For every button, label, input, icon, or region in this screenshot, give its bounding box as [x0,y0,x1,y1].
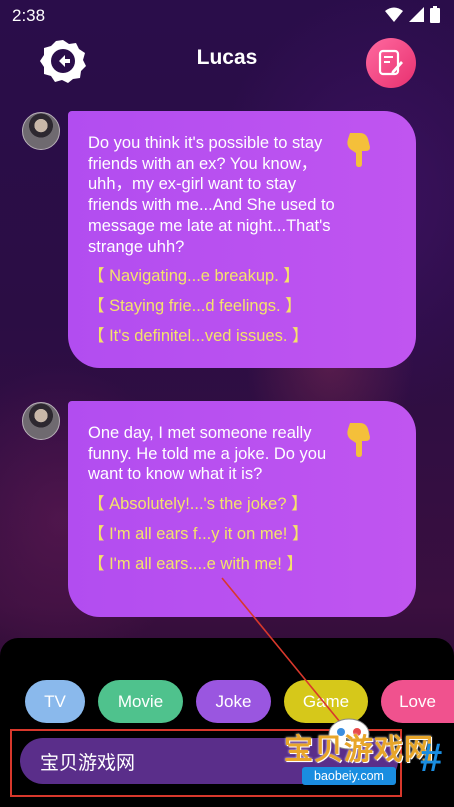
category-chip-movie[interactable]: Movie [98,680,183,723]
status-bar: 2:38 [0,0,454,30]
reply-option[interactable]: 【 I'm all ears f...y it on me! 】 [88,519,346,549]
category-chip-joke[interactable]: Joke [196,680,271,723]
wifi-icon [385,7,403,22]
message-bubble: One day, I met someone really funny. He … [68,401,416,617]
header: Lucas [0,30,454,90]
reply-option[interactable]: 【 Navigating...e breakup. 】 [88,261,346,291]
chip-label: TV [44,691,66,711]
pointing-hand-icon[interactable] [344,421,372,457]
status-time: 2:38 [12,6,46,25]
pointing-hand-icon[interactable] [344,131,372,167]
chip-label: Game [302,691,350,711]
battery-icon [430,6,440,23]
signal-icon [409,6,424,22]
chip-label: Joke [215,691,252,711]
category-chip-love[interactable]: Love [381,680,454,723]
chip-label: Love [399,691,436,711]
avatar [22,402,60,440]
watermark-text: 宝贝游戏网 [284,734,435,766]
reply-option[interactable]: 【 Absolutely!...'s the joke? 】 [88,489,346,519]
chip-label: Movie [117,691,164,711]
category-chip-tv[interactable]: TV [25,680,85,723]
reply-option[interactable]: 【 It's definitel...ved issues. 】 [88,321,346,351]
message-text: One day, I met someone really funny. He … [88,424,327,484]
watermark-url: baobeiy.com [302,767,396,785]
avatar [22,112,60,150]
watermark-hash: # [420,736,443,780]
note-button[interactable] [366,38,416,88]
note-edit-icon [378,49,403,76]
reply-option[interactable]: 【 I'm all ears....e with me! 】 [88,549,346,579]
reply-option[interactable]: 【 Staying frie...d feelings. 】 [88,291,346,321]
status-icons [385,6,440,23]
message-bubble: Do you think it's possible to stay frien… [68,111,416,368]
message-text: Do you think it's possible to stay frien… [88,134,335,256]
